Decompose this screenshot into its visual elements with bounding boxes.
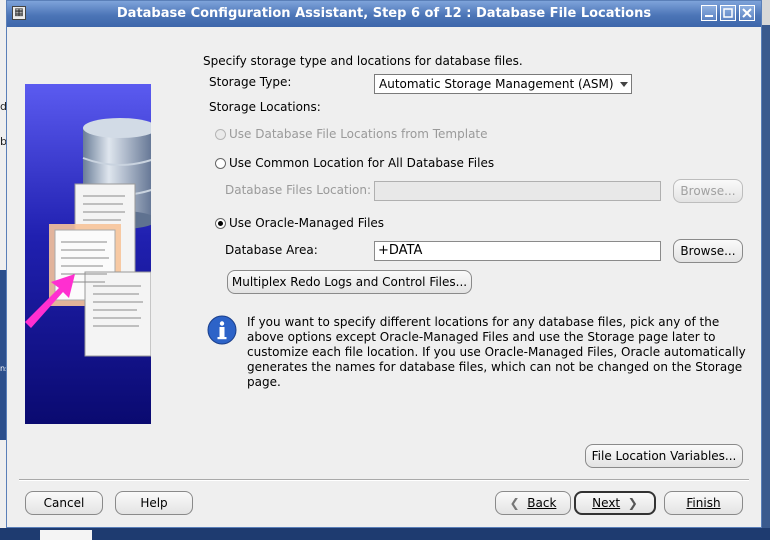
storage-type-value: Automatic Storage Management (ASM)	[379, 77, 614, 91]
maximize-button[interactable]	[720, 5, 736, 21]
dialog-window: ▦ Database Configuration Assistant, Step…	[6, 0, 762, 528]
close-button[interactable]	[739, 5, 755, 21]
app-icon[interactable]: ▦	[12, 6, 26, 20]
desktop-taskbar	[0, 528, 770, 540]
info-icon	[207, 315, 237, 345]
back-button[interactable]: ❮ Back	[495, 491, 571, 515]
footer-divider	[19, 479, 749, 481]
maximize-icon	[723, 8, 733, 18]
browse-button[interactable]: Browse...	[673, 239, 743, 263]
db-files-location-field	[374, 181, 661, 201]
db-area-field[interactable]: +DATA	[374, 241, 661, 261]
desktop-taskbar-item[interactable]	[40, 530, 92, 540]
next-button[interactable]: Next ❯	[574, 491, 656, 515]
window-title: Database Configuration Assistant, Step 6…	[116, 6, 652, 21]
option-template-label: Use Database File Locations from Templat…	[229, 127, 488, 141]
title-bar[interactable]: ▦ Database Configuration Assistant, Step…	[7, 1, 761, 27]
option-omf-label[interactable]: Use Oracle-Managed Files	[229, 216, 384, 230]
db-area-label: Database Area:	[225, 243, 318, 257]
help-button[interactable]: Help	[115, 491, 193, 515]
next-label: Next	[592, 496, 621, 510]
minimize-button[interactable]	[701, 5, 717, 21]
option-common-label[interactable]: Use Common Location for All Database Fil…	[229, 156, 494, 170]
wizard-illustration	[25, 84, 151, 424]
storage-locations-label: Storage Locations:	[209, 100, 321, 114]
chevron-down-icon	[620, 82, 628, 87]
intro-text: Specify storage type and locations for d…	[203, 54, 523, 68]
storage-type-label: Storage Type:	[209, 75, 292, 89]
radio-common-location[interactable]	[215, 158, 226, 169]
radio-oracle-managed[interactable]	[215, 218, 226, 229]
file-location-variables-button[interactable]: File Location Variables...	[585, 444, 743, 468]
info-message: If you want to specify different locatio…	[247, 315, 746, 389]
radio-template	[215, 129, 226, 140]
back-chevron-icon: ❮	[509, 496, 528, 510]
multiplex-button[interactable]: Multiplex Redo Logs and Control Files...	[227, 270, 472, 294]
db-files-location-label: Database Files Location:	[225, 183, 372, 197]
browse-button-disabled: Browse...	[673, 179, 743, 203]
cancel-button[interactable]: Cancel	[25, 491, 103, 515]
finish-label: Finish	[686, 496, 721, 510]
minimize-icon	[705, 15, 713, 17]
storage-type-select[interactable]: Automatic Storage Management (ASM)	[374, 74, 632, 94]
back-label: Back	[527, 496, 557, 510]
next-chevron-icon: ❯	[620, 496, 638, 510]
close-icon	[742, 8, 752, 18]
finish-button[interactable]: Finish	[664, 491, 743, 515]
